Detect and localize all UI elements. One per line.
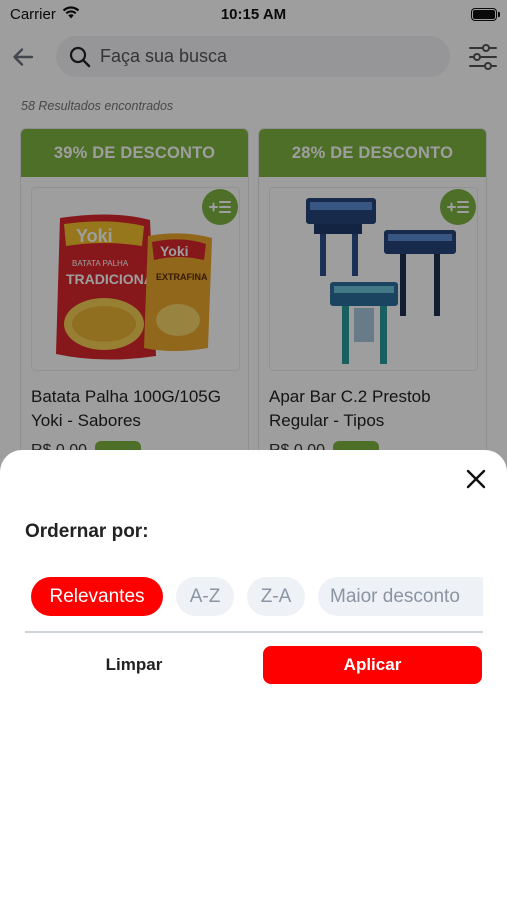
sort-options: Relevantes A-Z Z-A Maior desconto [31, 577, 483, 617]
close-button[interactable] [464, 467, 488, 491]
sort-title: Ordernar por: [25, 521, 149, 542]
sort-option-z-a[interactable]: Z-A [247, 577, 305, 616]
divider [25, 631, 483, 633]
sort-option-relevantes[interactable]: Relevantes [31, 577, 163, 616]
clear-button[interactable]: Limpar [25, 646, 243, 684]
close-icon [466, 469, 486, 489]
sort-option-maior-desconto[interactable]: Maior desconto [318, 577, 483, 616]
sort-bottom-sheet: Ordernar por: Relevantes A-Z Z-A Maior d… [0, 450, 507, 900]
sort-option-a-z[interactable]: A-Z [176, 577, 234, 616]
apply-button[interactable]: Aplicar [263, 646, 482, 684]
